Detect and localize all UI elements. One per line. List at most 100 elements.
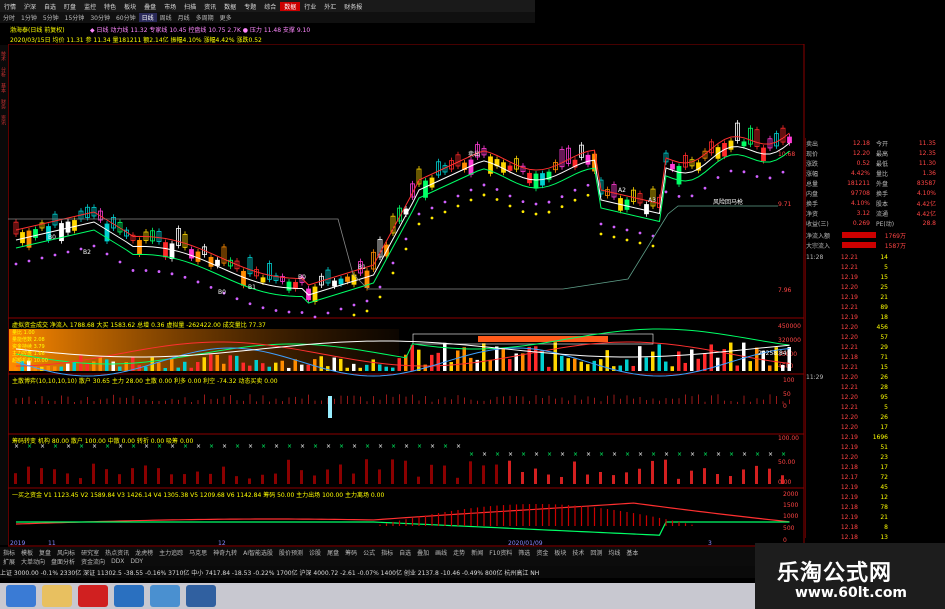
app-icon[interactable]: [78, 585, 108, 607]
volume-bar: [235, 355, 239, 371]
tick-price: 12.17: [840, 473, 858, 481]
bottom-nav2-item[interactable]: 盘面分析: [48, 557, 78, 566]
bottom-nav2-item[interactable]: 资金流向: [78, 557, 108, 566]
sidebar-tab-5[interactable]: 资讯: [0, 115, 7, 125]
quote-cell: 11.35: [918, 139, 936, 147]
menu-item[interactable]: 自选: [40, 2, 60, 11]
support-dot: [287, 310, 291, 314]
quote-cell: 涨幅: [806, 170, 819, 178]
period-tab[interactable]: 周线: [157, 13, 175, 22]
support-dot: [261, 306, 265, 310]
support-dot: [118, 260, 122, 264]
support-dot: [430, 206, 434, 210]
tick-volume: 45: [880, 483, 888, 491]
period-tab[interactable]: 分时: [0, 13, 18, 22]
signal-label: B1: [248, 284, 256, 291]
support-dot-yellow: [547, 210, 551, 214]
tick-volume: 14: [880, 253, 888, 261]
panel3-marker: ×: [430, 443, 435, 450]
menu-item[interactable]: 专题: [240, 2, 260, 11]
menu-item[interactable]: 行情: [0, 2, 20, 11]
sidebar-tab-4[interactable]: 财务: [0, 99, 7, 109]
volume-bar: [527, 346, 531, 371]
menu-item[interactable]: 行业: [300, 2, 320, 11]
panel4-scale-label: 500: [783, 525, 795, 532]
panel3-marker: ×: [534, 451, 539, 458]
volume-bar: [14, 367, 18, 371]
menu-item[interactable]: 特色: [100, 2, 120, 11]
status-text: 上证 3000.00 -0.1% 2330亿 深证 11302.5 -38.55…: [0, 569, 540, 577]
menu-item[interactable]: 扫描: [180, 2, 200, 11]
panel3-bar: [612, 475, 615, 484]
menu-item[interactable]: 板块: [120, 2, 140, 11]
menu-item[interactable]: 市场: [160, 2, 180, 11]
menu-item[interactable]: 资讯: [200, 2, 220, 11]
bottom-nav2-item[interactable]: 大单动向: [18, 557, 48, 566]
period-tab[interactable]: 5分钟: [40, 13, 62, 22]
menu-item[interactable]: 数据: [220, 2, 240, 11]
menu-item[interactable]: 沪深: [20, 2, 40, 11]
panel3-bar: [196, 471, 199, 484]
tick-price: 12.20: [840, 373, 858, 381]
sidebar-tab-3[interactable]: 基本: [0, 83, 7, 93]
support-dot: [209, 285, 213, 289]
media-icon[interactable]: [186, 585, 216, 607]
menu-item[interactable]: 外汇: [320, 2, 340, 11]
volume-bar: [579, 361, 583, 371]
menu-item[interactable]: 叠盘: [140, 2, 160, 11]
panel2-scale-label: 100: [783, 377, 795, 384]
volume-bar: [163, 367, 167, 371]
signal-label: 风险回马枪: [713, 198, 743, 206]
tick-row: 12.21 89: [806, 302, 945, 312]
panel3-title: 筹码转变 机构 80.00 散户 100.00 中散 0.00 转折 0.00 …: [12, 438, 194, 445]
menu-item[interactable]: 监控: [80, 2, 100, 11]
period-tab[interactable]: 多周期: [193, 13, 217, 22]
support-dot-yellow: [586, 193, 590, 197]
volume-bar: [449, 362, 453, 371]
period-tab[interactable]: 30分钟: [87, 13, 113, 22]
quote-cell: 今开: [876, 140, 889, 148]
support-dot: [664, 190, 668, 194]
bottom-nav2-item[interactable]: DDX: [108, 558, 127, 565]
bottom-nav2-item[interactable]: DDY: [127, 558, 146, 565]
flow-label: 大宗流入: [806, 242, 831, 250]
folder-icon[interactable]: [42, 585, 72, 607]
period-tab[interactable]: 更多: [217, 13, 235, 22]
tick-volume: 17: [880, 423, 888, 431]
support-dot-yellow: [391, 271, 395, 275]
volume-bar: [430, 354, 434, 371]
support-dot: [560, 195, 564, 199]
kline-chart-area[interactable]: 10.689.717.96B0B2B0B1B0B1卖出A2A3 风险回马枪4500…: [8, 44, 805, 547]
period-tab[interactable]: 60分钟: [113, 13, 139, 22]
panel3-bar: [339, 464, 342, 484]
period-tab[interactable]: 日线: [138, 13, 157, 22]
period-tab[interactable]: 月线: [175, 13, 193, 22]
support-dot: [274, 309, 278, 312]
support-dot: [768, 176, 772, 180]
panel3-marker: ×: [404, 443, 409, 450]
sidebar-tab-1[interactable]: 技术: [0, 51, 7, 61]
start-icon[interactable]: [6, 585, 36, 607]
candle-body: [189, 249, 194, 259]
volume-bar: [436, 352, 440, 371]
sidebar-tab-2[interactable]: 分析: [0, 67, 7, 77]
panel3-bar: [40, 468, 43, 484]
panel3-bar: [690, 470, 693, 484]
browser-icon[interactable]: [150, 585, 180, 607]
menu-item[interactable]: 财务报: [340, 2, 366, 11]
signal-label: B0: [298, 274, 306, 281]
menu-item[interactable]: 盯盘: [60, 2, 80, 11]
period-tab[interactable]: 15分钟: [62, 13, 88, 22]
panel3-bar: [456, 477, 459, 484]
menu-item[interactable]: 综合: [260, 2, 280, 11]
word-icon[interactable]: [114, 585, 144, 607]
menu-item[interactable]: 数据: [280, 1, 301, 11]
panel3-bar: [27, 466, 30, 484]
support-dot: [183, 275, 187, 279]
period-tab[interactable]: 1分钟: [18, 13, 40, 22]
tick-row: 12.19 21: [806, 292, 945, 302]
stop-line-right: [562, 205, 778, 290]
candle-body: [195, 251, 201, 262]
quote-cell: 卖出: [806, 140, 819, 148]
bottom-nav2-item[interactable]: 扩展: [0, 557, 18, 566]
